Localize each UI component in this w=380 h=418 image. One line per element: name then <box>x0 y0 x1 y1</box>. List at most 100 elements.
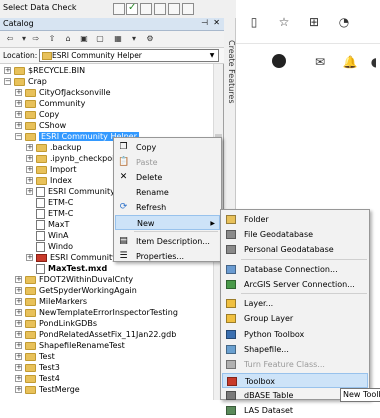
submenu-item-arcgis-server-connection[interactable]: ArcGIS Server Connection... <box>222 277 368 292</box>
expand-icon[interactable]: + <box>4 67 11 74</box>
menu-item-copy[interactable]: ❐ Copy <box>115 140 220 155</box>
pin-icon[interactable]: ⊣ <box>201 18 208 27</box>
submenu-item-toolbox[interactable]: Toolbox <box>222 373 368 388</box>
tree-item[interactable]: + .backup <box>26 142 81 153</box>
expand-icon[interactable]: + <box>15 386 22 393</box>
disconnect-folder-icon[interactable]: ▢ <box>94 33 106 45</box>
tool-icon[interactable] <box>168 3 180 15</box>
expand-icon[interactable]: + <box>26 254 33 261</box>
expand-icon[interactable]: + <box>15 276 22 283</box>
expand-icon[interactable]: + <box>15 309 22 316</box>
expand-icon[interactable]: + <box>26 177 33 184</box>
tree-item[interactable]: + Test <box>15 351 55 362</box>
submenu-item-shapefile[interactable]: Shapefile... <box>222 342 368 357</box>
menu-item-item-description[interactable]: ▤ Item Description... <box>115 234 220 249</box>
tree-item[interactable]: + Test3 <box>15 362 60 373</box>
tree-item[interactable]: ETM-C <box>36 208 73 219</box>
tree-item[interactable]: + Index <box>26 175 72 186</box>
dropdown-icon[interactable]: ▾ <box>18 33 30 45</box>
tree-item[interactable]: + Copy <box>15 109 59 120</box>
expand-icon[interactable]: + <box>15 320 22 327</box>
menu-item-delete[interactable]: ✕ Delete <box>115 170 220 185</box>
tree-item[interactable]: WinA <box>36 230 69 241</box>
collapse-icon[interactable]: − <box>4 78 11 85</box>
menu-item-paste[interactable]: 📋 Paste <box>115 155 220 170</box>
close-icon[interactable]: ✕ <box>213 18 220 27</box>
expand-icon[interactable]: + <box>15 375 22 382</box>
tool-icon[interactable] <box>140 3 152 15</box>
tree-item-label: Test3 <box>39 363 60 372</box>
tree-item[interactable]: + TestMerge <box>15 384 80 395</box>
tree-item[interactable]: MaxT <box>36 219 69 230</box>
home-icon[interactable]: ⌂ <box>62 33 74 45</box>
up-folder-icon[interactable]: ⇧ <box>46 33 58 45</box>
submenu-item-file-geodatabase[interactable]: File Geodatabase <box>222 227 368 242</box>
tree-item[interactable]: + PondRelatedAssetFix_11Jan22.gdb <box>15 329 176 340</box>
dropdown-icon[interactable]: ▾ <box>128 33 140 45</box>
tree-item[interactable]: − Crap <box>4 76 47 87</box>
back-icon[interactable]: ⇦ <box>4 33 16 45</box>
submenu-item-layer[interactable]: Layer... <box>222 296 368 311</box>
tree-item[interactable]: + NewTemplateErrorInspectorTesting <box>15 307 178 318</box>
expand-icon[interactable]: + <box>26 188 33 195</box>
submenu-item-personal-geodatabase[interactable]: Personal Geodatabase <box>222 242 368 257</box>
split-screen-icon[interactable]: ▯ <box>246 14 262 30</box>
avatar[interactable] <box>272 54 286 68</box>
tree-item[interactable]: + CShow <box>15 120 66 131</box>
chevron-down-icon[interactable]: ▼ <box>207 50 217 61</box>
location-combobox[interactable]: ESRI Community Helper ▼ <box>39 49 219 62</box>
checkmark-icon[interactable]: ✓ <box>126 2 138 15</box>
favorites-icon[interactable]: ☆ <box>276 14 292 30</box>
tree-item[interactable]: Windo <box>36 241 73 252</box>
bell-icon[interactable]: 🔔 <box>342 54 358 70</box>
tree-item[interactable]: ETM-C <box>36 197 73 208</box>
tree-item[interactable]: + MileMarkers <box>15 296 87 307</box>
tree-item[interactable]: + FDOT2WithinDuvalCnty <box>15 274 133 285</box>
collapse-icon[interactable]: − <box>15 133 22 140</box>
tree-item[interactable]: + Community <box>15 98 85 109</box>
menu-item-properties[interactable]: ☰ Properties... <box>115 249 220 264</box>
menu-item-refresh[interactable]: ⟳ Refresh <box>115 200 220 215</box>
expand-icon[interactable]: + <box>15 287 22 294</box>
expand-icon[interactable]: + <box>15 364 22 371</box>
expand-icon[interactable]: + <box>15 89 22 96</box>
menu-item-new[interactable]: New ▶ <box>115 215 220 230</box>
expand-icon[interactable]: + <box>15 353 22 360</box>
tree-item[interactable]: + ShapefileRenameTest <box>15 340 125 351</box>
tree-item[interactable]: MaxTest.mxd <box>36 263 107 274</box>
tree-item[interactable]: + PondLinkGDBs <box>15 318 97 329</box>
tree-item[interactable]: + Test4 <box>15 373 60 384</box>
expand-icon[interactable]: + <box>26 166 33 173</box>
tree-item[interactable]: + $RECYCLE.BIN <box>4 65 85 76</box>
expand-icon[interactable]: + <box>15 100 22 107</box>
tool-icon[interactable] <box>182 3 194 15</box>
submenu-item-group-layer[interactable]: Group Layer <box>222 311 368 326</box>
menu-item-rename[interactable]: Rename <box>115 185 220 200</box>
tree-item[interactable]: + Import <box>26 164 77 175</box>
expand-icon[interactable]: + <box>26 155 33 162</box>
toggle-contents-icon[interactable]: ▦ <box>112 33 124 45</box>
tool-icon[interactable] <box>154 3 166 15</box>
expand-icon[interactable]: + <box>15 331 22 338</box>
profile-icon[interactable]: ◔ <box>336 14 352 30</box>
expand-icon[interactable]: + <box>15 122 22 129</box>
expand-icon[interactable]: + <box>15 342 22 349</box>
tree-item[interactable]: + GetSpyderWorkingAgain <box>15 285 137 296</box>
folder-icon <box>25 121 36 130</box>
collections-icon[interactable]: ⊞ <box>306 14 322 30</box>
options-icon[interactable]: ⚙ <box>144 33 156 45</box>
expand-icon[interactable]: + <box>15 111 22 118</box>
connect-folder-icon[interactable]: ▣ <box>78 33 90 45</box>
tree-item[interactable]: + CityOfJacksonville <box>15 87 111 98</box>
file-icon <box>36 241 45 252</box>
expand-icon[interactable]: + <box>15 298 22 305</box>
forward-icon[interactable]: ⇨ <box>30 33 42 45</box>
dropdown-icon[interactable] <box>113 3 125 15</box>
submenu-item-python-toolbox[interactable]: Python Toolbox <box>222 327 368 342</box>
submenu-item-las-dataset[interactable]: LAS Dataset <box>222 403 368 418</box>
submenu-item-database-connection[interactable]: Database Connection... <box>222 262 368 277</box>
expand-icon[interactable]: + <box>26 144 33 151</box>
mail-icon[interactable]: ✉ <box>312 54 328 70</box>
submenu-item-turn-feature-class[interactable]: Turn Feature Class... <box>222 357 368 372</box>
submenu-item-folder[interactable]: Folder <box>222 212 368 227</box>
